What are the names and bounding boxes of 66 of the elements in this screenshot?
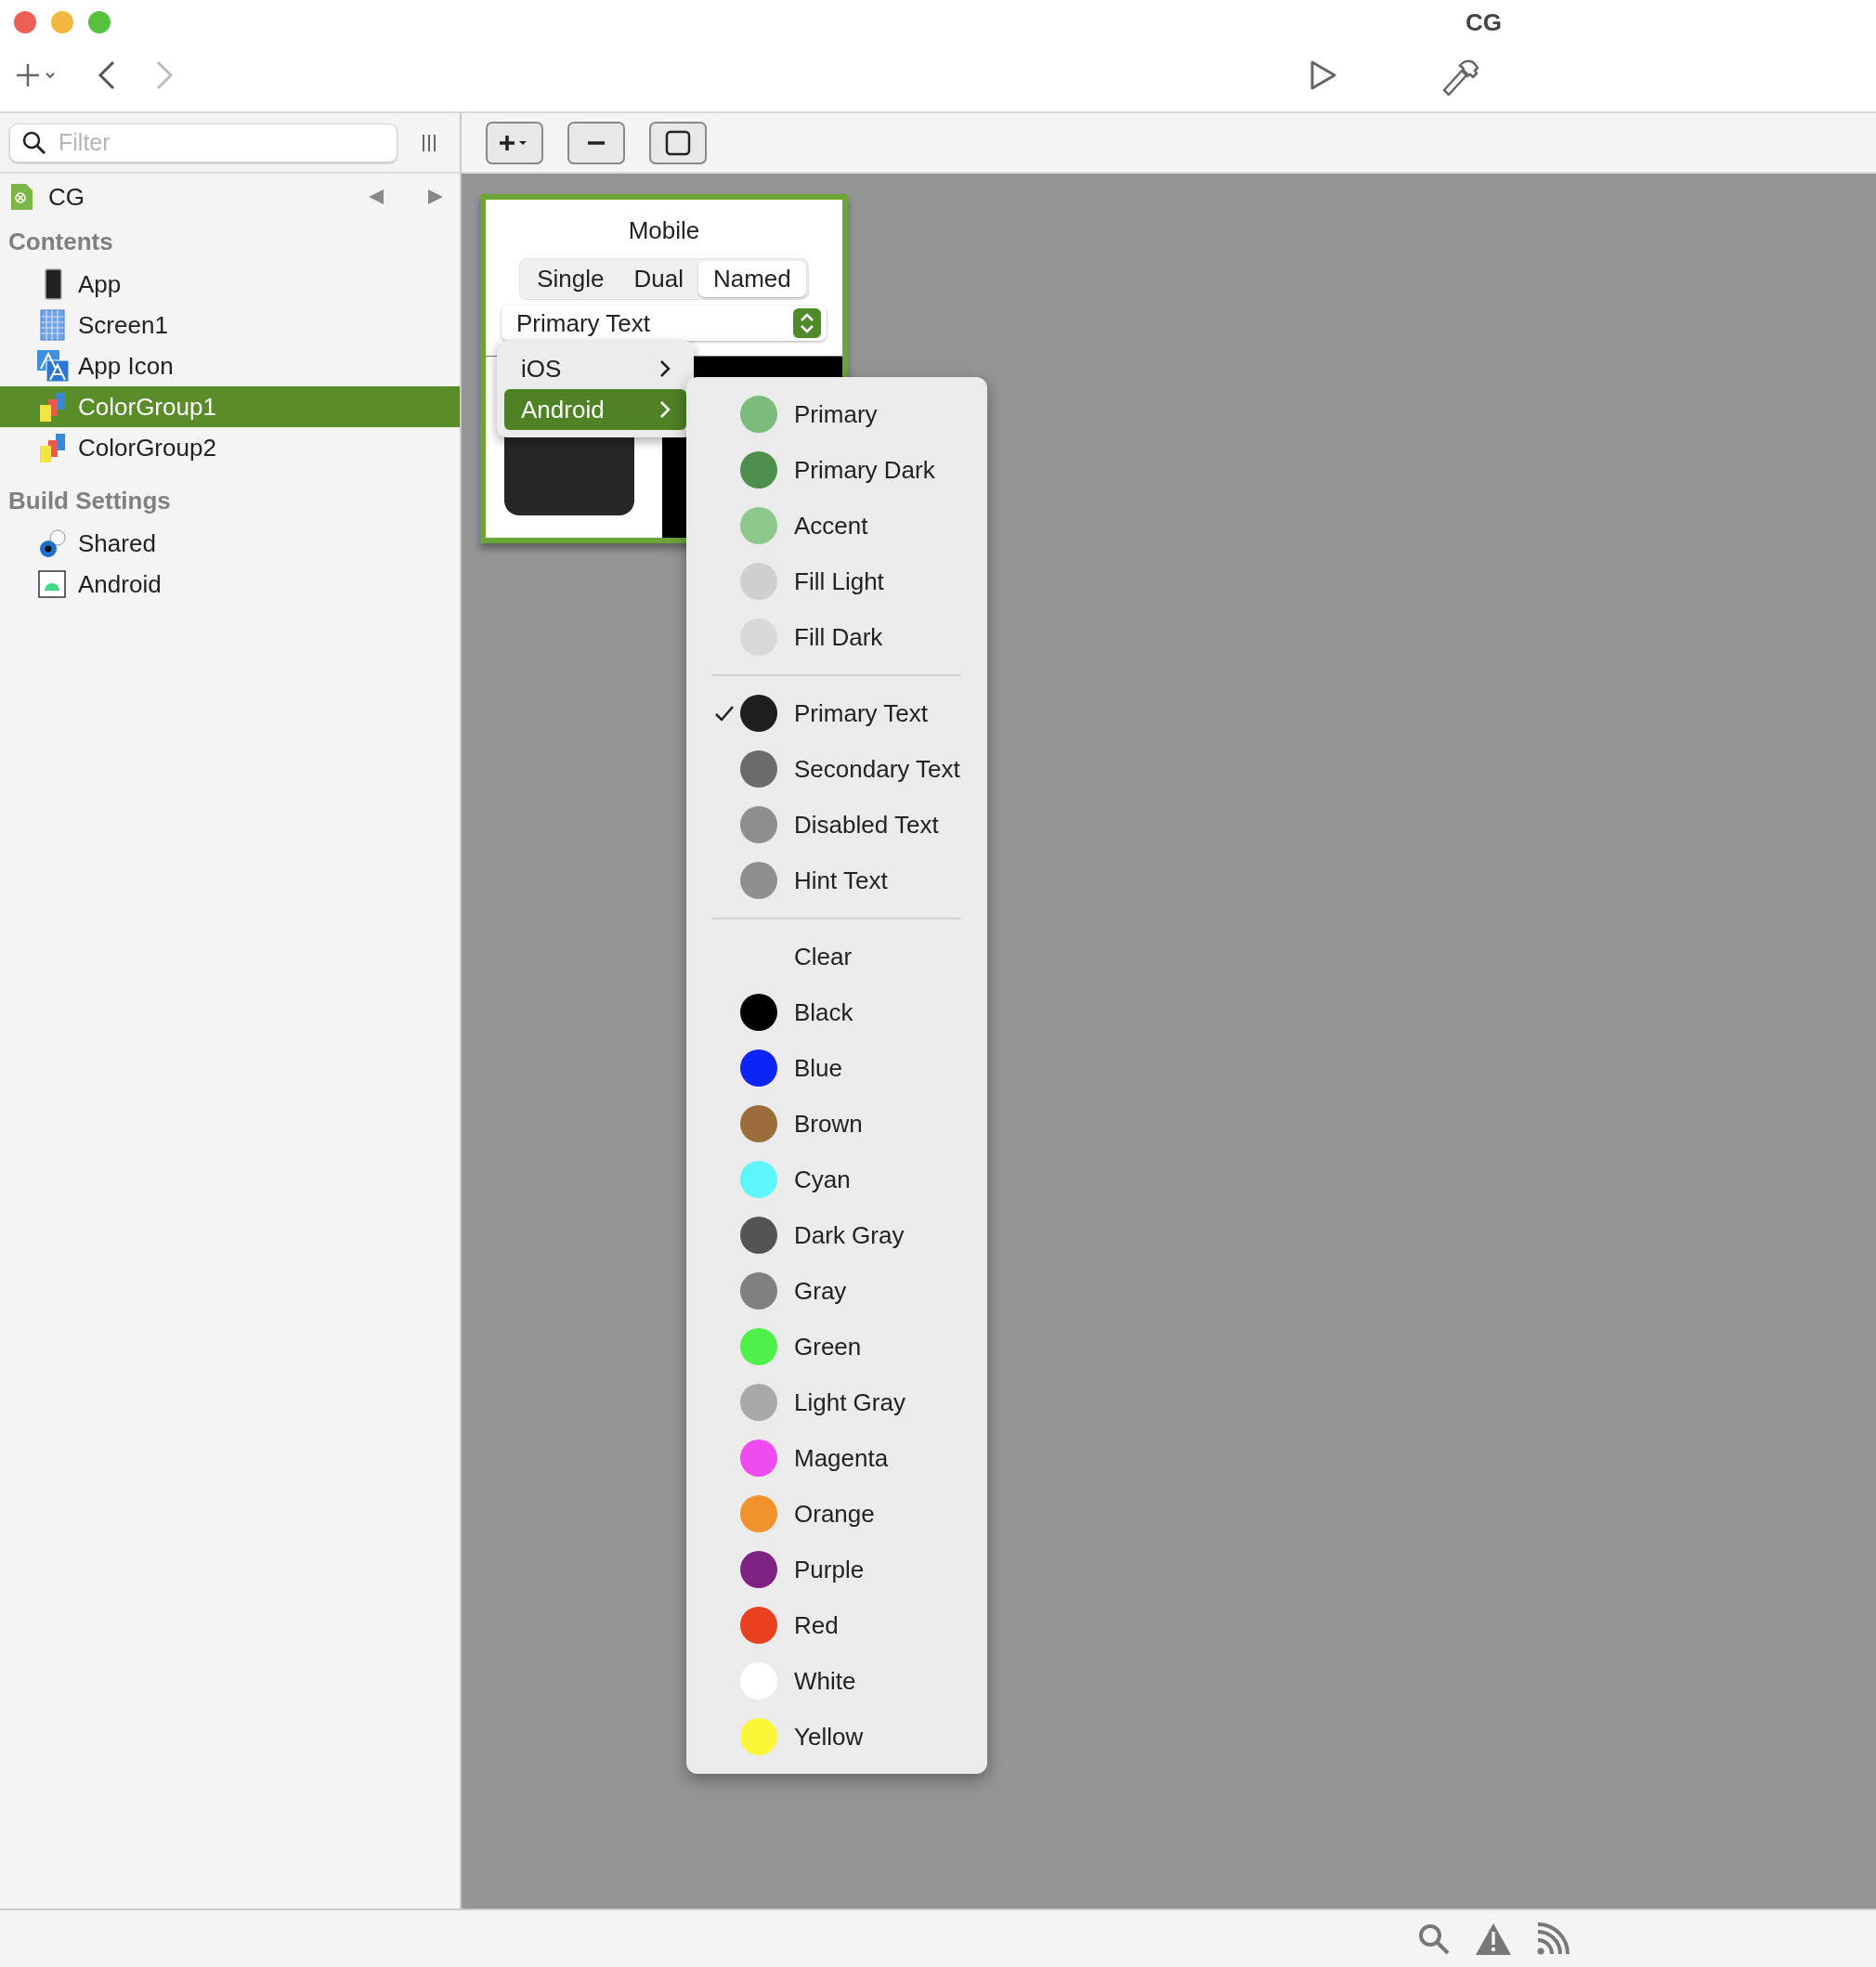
next-arrow-icon[interactable]: [426, 188, 445, 206]
menu-item[interactable]: Fill Dark: [686, 609, 987, 665]
search-icon[interactable]: [1417, 1921, 1451, 1956]
menu-item[interactable]: Primary Text: [686, 685, 987, 741]
window-title: CG: [1466, 7, 1502, 37]
columns-icon[interactable]: [422, 132, 436, 153]
menu-item[interactable]: Disabled Text: [686, 797, 987, 853]
menu-item[interactable]: Dark Gray: [686, 1207, 987, 1263]
segment-tab[interactable]: Dual: [619, 261, 698, 297]
menu-item[interactable]: Green: [686, 1319, 987, 1374]
segment-tab[interactable]: Named: [697, 261, 806, 297]
card-title: Mobile: [628, 216, 700, 245]
android-icon: [37, 568, 69, 600]
sidebar-item[interactable]: Android: [0, 564, 460, 605]
color-dropdown[interactable]: Primary Text: [502, 306, 827, 341]
chevron-right-icon: [658, 399, 671, 420]
previous-arrow-icon[interactable]: [367, 188, 385, 206]
menu-item[interactable]: Purple: [686, 1542, 987, 1597]
project-name[interactable]: CG: [48, 182, 85, 212]
search-icon: [22, 130, 46, 155]
add-button[interactable]: [486, 121, 543, 164]
menu-item[interactable]: iOS: [504, 348, 686, 389]
menu-item[interactable]: Hint Text: [686, 853, 987, 908]
menu-item[interactable]: Primary Dark: [686, 442, 987, 498]
toggle-ball-icon: [37, 528, 69, 559]
frame-button[interactable]: [649, 121, 707, 164]
play-icon[interactable]: [1309, 59, 1337, 91]
back-icon[interactable]: [97, 59, 117, 91]
square-icon: [665, 129, 691, 156]
sidebar-item[interactable]: App Icon: [0, 345, 460, 386]
sidebar-item[interactable]: Shared: [0, 523, 460, 564]
menu-item[interactable]: Gray: [686, 1263, 987, 1319]
zoom-button[interactable]: [88, 11, 111, 33]
menu-item[interactable]: Secondary Text: [686, 741, 987, 797]
sidebar-item[interactable]: ColorGroup2: [0, 427, 460, 468]
sidebar-item[interactable]: App: [0, 264, 460, 305]
menu-item[interactable]: Accent: [686, 498, 987, 554]
sidebar-item[interactable]: Screen1: [0, 305, 460, 345]
minus-icon: [587, 139, 606, 146]
section-header: Contents: [7, 227, 114, 257]
stepper-icon: [793, 308, 821, 338]
app-store-icon: [37, 350, 69, 382]
remove-button[interactable]: [567, 121, 625, 164]
filter-field[interactable]: Filter: [9, 123, 397, 163]
segment-tab[interactable]: Single: [522, 261, 619, 297]
menu-item[interactable]: Fill Light: [686, 554, 987, 609]
menu-item[interactable]: Black: [686, 984, 987, 1040]
menu-item[interactable]: Light Gray: [686, 1374, 987, 1430]
section-header: Build Settings: [7, 486, 172, 516]
menu-item[interactable]: Blue: [686, 1040, 987, 1096]
menu-item[interactable]: Primary: [686, 386, 987, 442]
menu-item[interactable]: Brown: [686, 1096, 987, 1152]
sidebar-item[interactable]: ColorGroup1: [0, 386, 460, 427]
menu-item[interactable]: Yellow: [686, 1709, 987, 1765]
menu-item[interactable]: White: [686, 1653, 987, 1709]
menu-item[interactable]: Android: [504, 389, 686, 430]
menu-item[interactable]: Magenta: [686, 1430, 987, 1486]
menu-item[interactable]: Cyan: [686, 1152, 987, 1207]
menu-item[interactable]: Orange: [686, 1486, 987, 1542]
warning-icon[interactable]: [1475, 1921, 1512, 1956]
project-file-icon: [9, 183, 33, 211]
menu-item[interactable]: Red: [686, 1597, 987, 1653]
menu-item[interactable]: Clear: [686, 929, 987, 984]
close-button[interactable]: [14, 11, 36, 33]
feed-icon[interactable]: [1536, 1921, 1570, 1956]
chevron-right-icon: [658, 358, 671, 379]
